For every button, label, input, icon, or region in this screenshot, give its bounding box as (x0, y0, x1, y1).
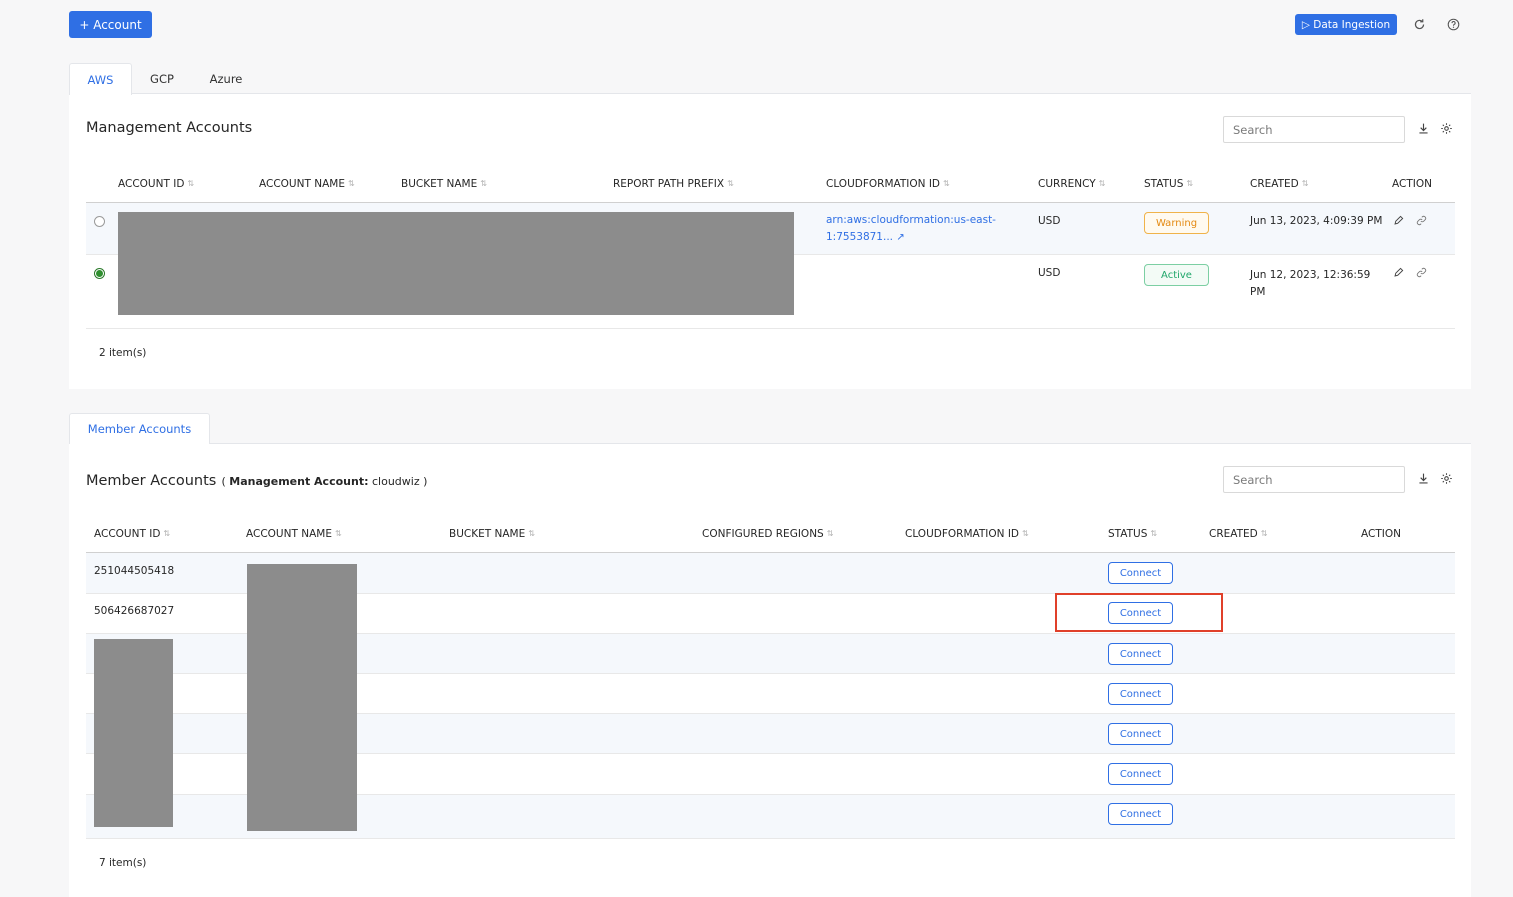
col-status[interactable]: STATUS ⇅ (1144, 178, 1193, 190)
row-select-radio[interactable] (94, 216, 105, 227)
tab-aws[interactable]: AWS (69, 63, 132, 95)
created-cell: Jun 12, 2023, 12:36:59 PM (1250, 269, 1371, 298)
external-link-icon[interactable]: ↗ (896, 232, 904, 243)
tab-azure[interactable]: Azure (200, 63, 252, 94)
settings-icon[interactable] (1438, 120, 1455, 137)
connect-button[interactable]: Connect (1108, 763, 1173, 785)
management-search-input[interactable]: Search (1223, 116, 1405, 143)
divider (86, 838, 1455, 839)
divider (86, 328, 1455, 329)
account-id-cell: 506426687027 (94, 605, 175, 617)
currency-cell: USD (1038, 267, 1061, 279)
edit-icon[interactable] (1391, 265, 1405, 279)
account-id-cell: 251044505418 (94, 565, 175, 577)
col-cloudformation-id[interactable]: CLOUDFORMATION ID ⇅ (826, 178, 950, 190)
member-search-input[interactable]: Search (1223, 466, 1405, 493)
status-badge: Active (1144, 264, 1209, 286)
connect-button[interactable]: Connect (1108, 643, 1173, 665)
col-account-name[interactable]: ACCOUNT NAME ⇅ (259, 178, 355, 190)
add-account-button[interactable]: + Account (69, 11, 152, 38)
created-cell: Jun 13, 2023, 4:09:39 PM (1250, 215, 1383, 227)
status-badge: Warning (1144, 212, 1209, 234)
refresh-icon[interactable] (1411, 16, 1428, 33)
connect-button[interactable]: Connect (1108, 723, 1173, 745)
help-icon[interactable] (1445, 16, 1462, 33)
settings-icon[interactable] (1438, 470, 1455, 487)
col-action: ACTION (1392, 178, 1432, 190)
col-configured-regions[interactable]: CONFIGURED REGIONS ⇅ (702, 528, 833, 540)
tab-gcp[interactable]: GCP (140, 63, 184, 94)
link-icon[interactable] (1414, 265, 1428, 279)
member-accounts-heading: Member Accounts ( Management Account: cl… (86, 473, 428, 489)
col-bucket-name[interactable]: BUCKET NAME ⇅ (401, 178, 487, 190)
currency-cell: USD (1038, 215, 1061, 227)
col-created[interactable]: CREATED ⇅ (1209, 528, 1267, 540)
download-icon[interactable] (1415, 470, 1432, 487)
col-status[interactable]: STATUS ⇅ (1108, 528, 1157, 540)
item-count: 2 item(s) (99, 347, 147, 359)
redacted-block (94, 639, 173, 827)
tab-member-accounts[interactable]: Member Accounts (69, 413, 210, 444)
cloudformation-link[interactable]: arn:aws:cloudformation:us-east- 1:755387… (826, 212, 996, 246)
col-currency[interactable]: CURRENCY ⇅ (1038, 178, 1105, 190)
edit-icon[interactable] (1391, 213, 1405, 227)
redacted-block (118, 212, 794, 315)
col-bucket-name[interactable]: BUCKET NAME ⇅ (449, 528, 535, 540)
col-report-path-prefix[interactable]: REPORT PATH PREFIX ⇅ (613, 178, 734, 190)
item-count: 7 item(s) (99, 857, 147, 869)
row-select-radio[interactable] (94, 268, 105, 279)
management-accounts-title: Management Accounts (86, 120, 253, 136)
col-account-id[interactable]: ACCOUNT ID ⇅ (118, 178, 194, 190)
col-created[interactable]: CREATED ⇅ (1250, 178, 1308, 190)
connect-button[interactable]: Connect (1108, 562, 1173, 584)
col-action: ACTION (1361, 528, 1401, 540)
redacted-block (247, 564, 357, 831)
col-account-id[interactable]: ACCOUNT ID ⇅ (94, 528, 170, 540)
highlight-box (1055, 593, 1223, 632)
download-icon[interactable] (1415, 120, 1432, 137)
col-cloudformation-id[interactable]: CLOUDFORMATION ID ⇅ (905, 528, 1029, 540)
connect-button[interactable]: Connect (1108, 683, 1173, 705)
link-icon[interactable] (1414, 213, 1428, 227)
connect-button[interactable]: Connect (1108, 803, 1173, 825)
data-ingestion-button[interactable]: ▷ Data Ingestion (1295, 14, 1397, 35)
col-account-name[interactable]: ACCOUNT NAME ⇅ (246, 528, 342, 540)
